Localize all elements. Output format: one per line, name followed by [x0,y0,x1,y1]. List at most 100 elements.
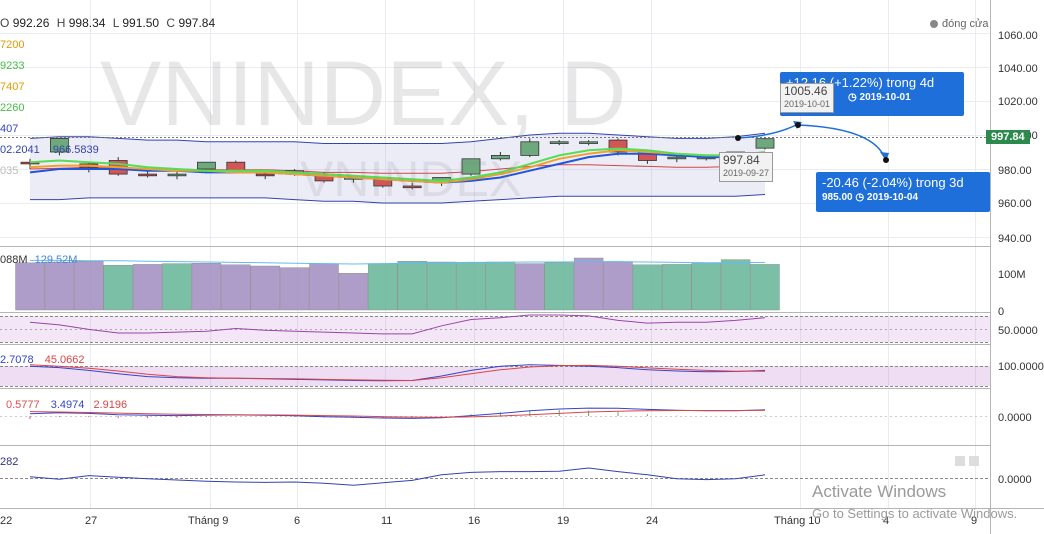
volume-bar [309,263,339,311]
indicator-tick-label: 100.0000 [998,361,1044,373]
time-tick-label: Tháng 9 [188,515,228,527]
volume-bar [573,257,604,311]
low-value: 991.50 [122,16,160,30]
candle-body [167,173,187,177]
volume-bar [485,261,516,311]
symbol-watermark: VNINDEX, D [100,43,627,145]
macd-legend: 0.5777 3.4974 2.9196 [6,399,127,411]
ma-value-3: 7407 [0,81,25,93]
candle-body [138,173,158,177]
fullscreen-icon[interactable] [955,456,965,466]
volume-legend: 088M 129.52M [0,254,77,266]
projection-up-price: 1005.46 [784,84,828,98]
ma-value-5: 407 [0,123,19,135]
macd-value-c: 2.9196 [93,399,128,411]
price-tick-label: 1020.00 [998,96,1038,108]
volume-bar [103,265,133,311]
candle-body [226,161,246,172]
price-tick-label: 1060.00 [998,30,1038,42]
low-label: L [112,16,120,30]
volume-bar [15,262,45,311]
volume-bar [132,264,163,311]
open-value: 992.26 [12,16,50,30]
volume-bar [691,262,721,311]
high-label: H [56,16,66,30]
projection-up-date: 2019-10-01 [859,92,911,103]
projection-down-text: -20.46 (-2.04%) trong 3d [822,175,964,190]
projection-down-price: 985.00 [822,192,853,203]
volume-bar [368,263,398,311]
settings-icon[interactable] [969,456,979,466]
time-tick-label: 11 [381,515,392,527]
volume-bar [162,263,192,311]
macd-value-b: 3.4974 [50,399,85,411]
volume-bar [250,265,280,311]
stoch-band [0,366,990,386]
volume-bar [338,273,369,311]
projection-up-price-box[interactable]: 1005.46 2019-10-01 [780,83,835,113]
last-price-badge: 997.84 [986,130,1030,144]
oscillator-legend: 282 [0,456,19,468]
time-tick-label: 27 [85,515,97,527]
time-tick-label: 6 [294,515,300,527]
stoch-value-d: 45.0662 [44,354,85,366]
bb-value-2: 966.5839 [52,144,99,156]
bb-value-3: 035 [0,165,19,177]
volume-value-1: 088M [0,254,28,266]
candle-body [755,138,775,149]
anchor-price-box[interactable]: 997.84 2019-09-27 [719,152,774,182]
activate-windows-title: Activate Windows [812,482,947,501]
price-tick-label: 960.00 [998,198,1032,210]
anchor-point-marker[interactable] [735,135,741,141]
indicator-tick-label: 0 [998,306,1004,318]
macd-value-a: 0.5777 [6,399,40,411]
time-tick-label: 22 [0,515,12,527]
volume-bar [515,263,545,311]
volume-bar [279,267,310,311]
activate-windows-sub: Go to Settings to activate Windows. [812,506,1018,521]
time-tick-label: 24 [646,515,658,527]
bb-value-1: 02.2041 [0,144,40,156]
candle [755,137,775,150]
volume-bar [632,264,663,311]
time-tick-label: 16 [468,515,480,527]
volume-bar [662,264,692,311]
projection-down-marker[interactable] [883,157,889,163]
market-status: đóng cửa [930,18,989,30]
price-tick-label: 1040.00 [998,63,1038,75]
open-label: O [0,16,10,30]
volume-bar [44,261,75,311]
ma-value-4: 2260 [0,102,25,114]
anchor-date: 2019-09-27 [723,168,770,178]
indicator-tick-label: 0.0000 [998,412,1032,424]
volume-value-2: 129.52M [34,254,78,266]
volume-bar [720,259,751,311]
anchor-price: 997.84 [723,153,760,167]
volume-bar [750,264,780,311]
price-tick-label: 980.00 [998,165,1032,177]
stoch-value-k: 2.7078 [0,354,34,366]
indicator-tick-label: 0.0000 [998,474,1032,486]
close-label: C [166,16,176,30]
market-status-text: đóng cửa [942,18,989,30]
projection-up-price-date: 2019-10-01 [784,99,831,109]
candle-body [667,156,687,160]
ohlc-legend: O 992.26 H 998.34 L 991.50 C 997.84 [0,16,219,30]
volume-bar [603,261,633,311]
bollinger-values: 02.2041 966.5839 [0,144,99,156]
ma-value-1: 7200 [0,39,25,51]
status-dot-icon [930,20,938,29]
time-tick-label: 19 [557,515,569,527]
ma-value-2: 9233 [0,60,25,72]
indicator-tick-label: 100M [998,269,1026,281]
high-value: 998.34 [68,16,106,30]
volume-bar [426,261,457,311]
volume-bar [397,261,427,311]
indicator-tick-label: 50.0000 [998,325,1038,337]
projection-down-date: 2019-10-04 [866,192,919,203]
projection-down-box[interactable]: -20.46 (-2.04%) trong 3d 985.00 ◷ 2019-1… [816,172,990,212]
projection-up-marker[interactable] [795,122,801,128]
close-value: 997.84 [178,16,216,30]
candle-body [255,173,275,177]
volume-bar [74,261,104,311]
